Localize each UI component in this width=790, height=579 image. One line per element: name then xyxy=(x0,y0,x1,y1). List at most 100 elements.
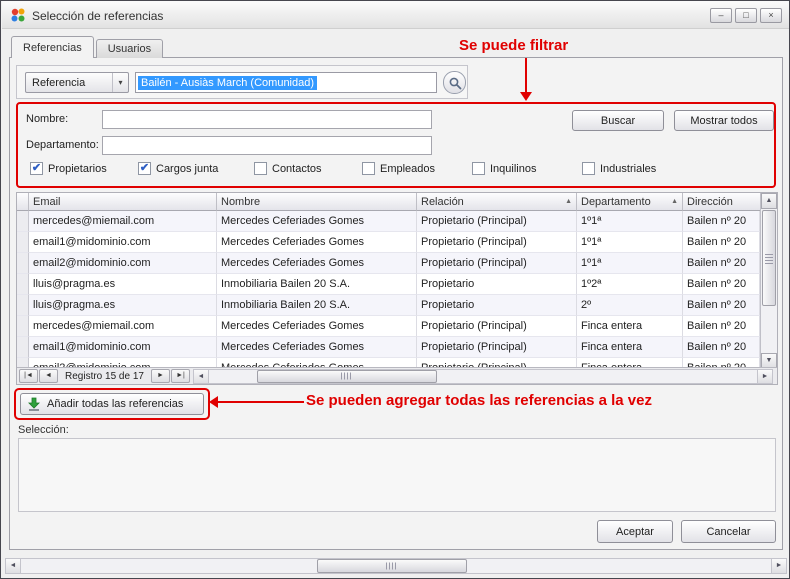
annotation-filter: Se puede filtrar xyxy=(459,37,568,54)
table-row[interactable]: lluis@pragma.es Inmobiliaria Bailen 20 S… xyxy=(17,295,777,316)
row-selector xyxy=(17,295,29,316)
references-grid: Email Nombre Relación ▲ Departamento ▲ D… xyxy=(16,192,778,385)
table-row[interactable]: mercedes@miemail.com Mercedes Ceferiades… xyxy=(17,211,777,232)
scroll-left-icon[interactable]: ◄ xyxy=(194,370,209,383)
row-selector xyxy=(17,337,29,358)
scroll-left-icon[interactable]: ◄ xyxy=(6,559,21,573)
scroll-right-icon[interactable]: ► xyxy=(771,559,786,573)
checkbox-label: Cargos junta xyxy=(156,163,218,175)
cell-direccion: Bailen nº 20 xyxy=(683,295,760,316)
checkbox-box: ✔ xyxy=(138,162,151,175)
reference-selector-panel: Referencia ▾ Bailén - Ausiàs March (Comu… xyxy=(16,65,468,99)
cancel-button[interactable]: Cancelar xyxy=(681,520,776,543)
name-input[interactable] xyxy=(102,110,432,129)
grid-horizontal-scrollbar[interactable]: ◄ ► xyxy=(193,369,773,384)
app-icon xyxy=(10,7,26,23)
search-button[interactable]: Buscar xyxy=(572,110,664,131)
next-record-button[interactable]: ► xyxy=(151,369,170,383)
record-count-label: Registro 15 de 17 xyxy=(59,371,150,382)
cell-email: email2@midominio.com xyxy=(29,253,217,274)
checkbox-label: Empleados xyxy=(380,163,435,175)
reference-value-input[interactable]: Bailén - Ausiàs March (Comunidad) xyxy=(135,72,437,93)
table-row[interactable]: mercedes@miemail.com Mercedes Ceferiades… xyxy=(17,316,777,337)
column-label: Relación xyxy=(421,196,464,208)
checkbox-box xyxy=(254,162,267,175)
table-row[interactable]: email1@midominio.com Mercedes Ceferiades… xyxy=(17,337,777,358)
download-arrow-icon xyxy=(27,397,41,411)
reference-type-dropdown[interactable]: Referencia ▾ xyxy=(25,72,129,93)
checkbox-contactos[interactable]: Contactos xyxy=(254,162,322,175)
add-all-references-button[interactable]: Añadir todas las referencias xyxy=(20,393,204,415)
add-all-highlight-box: Añadir todas las referencias xyxy=(14,388,210,420)
column-header-departamento[interactable]: Departamento ▲ xyxy=(577,193,683,211)
column-label: Dirección xyxy=(687,196,733,208)
cell-nombre: Mercedes Ceferiades Gomes xyxy=(217,253,417,274)
sort-asc-icon: ▲ xyxy=(565,198,572,205)
scroll-up-icon[interactable]: ▲ xyxy=(761,193,777,209)
show-all-button[interactable]: Mostrar todos xyxy=(674,110,774,131)
maximize-button[interactable]: □ xyxy=(735,8,757,23)
cell-direccion: Bailen nº 20 xyxy=(683,274,760,295)
row-selector xyxy=(17,316,29,337)
tab-page-referencias: Referencia ▾ Bailén - Ausiàs March (Comu… xyxy=(9,57,783,550)
table-row[interactable]: email2@midominio.com Mercedes Ceferiades… xyxy=(17,253,777,274)
minimize-button[interactable]: – xyxy=(710,8,732,23)
table-row[interactable]: lluis@pragma.es Inmobiliaria Bailen 20 S… xyxy=(17,274,777,295)
cell-nombre: Mercedes Ceferiades Gomes xyxy=(217,316,417,337)
department-label: Departamento: xyxy=(26,139,99,151)
column-label: Departamento xyxy=(581,196,651,208)
horizontal-scroll-thumb[interactable] xyxy=(257,370,437,383)
department-input[interactable] xyxy=(102,136,432,155)
column-header-direccion[interactable]: Dirección xyxy=(683,193,760,211)
title-bar[interactable]: Selección de referencias – □ × xyxy=(2,1,790,29)
grid-vertical-scrollbar[interactable]: ▲ ▼ xyxy=(760,193,777,369)
tab-referencias[interactable]: Referencias xyxy=(11,36,94,58)
cell-email: mercedes@miemail.com xyxy=(29,316,217,337)
checkbox-empleados[interactable]: Empleados xyxy=(362,162,435,175)
table-row[interactable]: email1@midominio.com Mercedes Ceferiades… xyxy=(17,232,777,253)
scroll-right-icon[interactable]: ► xyxy=(757,370,772,383)
close-button[interactable]: × xyxy=(760,8,782,23)
checkbox-label: Inquilinos xyxy=(490,163,536,175)
checkbox-industriales[interactable]: Industriales xyxy=(582,162,656,175)
window-title: Selección de referencias xyxy=(32,9,163,23)
window-scroll-thumb[interactable] xyxy=(317,559,467,573)
checkbox-propietarios[interactable]: ✔ Propietarios xyxy=(30,162,107,175)
cell-relacion: Propietario (Principal) xyxy=(417,337,577,358)
checkbox-inquilinos[interactable]: Inquilinos xyxy=(472,162,536,175)
reference-selected-text: Bailén - Ausiàs March (Comunidad) xyxy=(138,76,317,90)
window-horizontal-scrollbar[interactable]: ◄ ► xyxy=(5,558,787,574)
horizontal-scroll-track[interactable] xyxy=(209,370,757,383)
chevron-down-icon: ▾ xyxy=(112,73,128,92)
accept-button[interactable]: Aceptar xyxy=(597,520,673,543)
prev-record-button[interactable]: ◄ xyxy=(39,369,58,383)
checkbox-cargos-junta[interactable]: ✔ Cargos junta xyxy=(138,162,218,175)
row-selector xyxy=(17,211,29,232)
cell-email: lluis@pragma.es xyxy=(29,295,217,316)
annotation-add-all: Se pueden agregar todas las referencias … xyxy=(306,392,652,409)
first-record-button[interactable]: |◄ xyxy=(19,369,38,383)
tab-strip: Referencias Usuarios xyxy=(11,36,165,58)
add-all-label: Añadir todas las referencias xyxy=(47,398,183,410)
check-icon: ✔ xyxy=(32,163,41,174)
cell-relacion: Propietario (Principal) xyxy=(417,211,577,232)
checkbox-label: Contactos xyxy=(272,163,322,175)
checkbox-label: Industriales xyxy=(600,163,656,175)
row-selector xyxy=(17,253,29,274)
column-header-nombre[interactable]: Nombre xyxy=(217,193,417,211)
checkbox-box xyxy=(472,162,485,175)
column-header-relacion[interactable]: Relación ▲ xyxy=(417,193,577,211)
cell-departamento: 1º1ª xyxy=(577,232,683,253)
cell-nombre: Inmobiliaria Bailen 20 S.A. xyxy=(217,274,417,295)
dialog-window: Selección de referencias – □ × Referenci… xyxy=(0,0,790,579)
last-record-button[interactable]: ►| xyxy=(171,369,190,383)
row-selector xyxy=(17,274,29,295)
tab-usuarios[interactable]: Usuarios xyxy=(96,39,163,58)
vertical-scroll-thumb[interactable] xyxy=(762,210,776,306)
window-scroll-track[interactable] xyxy=(21,559,771,573)
cell-departamento: Finca entera xyxy=(577,316,683,337)
column-header-email[interactable]: Email xyxy=(29,193,217,211)
record-navigator: |◄ ◄ Registro 15 de 17 ► ►| ◄ ► xyxy=(17,367,777,384)
reference-search-button[interactable] xyxy=(443,71,466,94)
cell-nombre: Inmobiliaria Bailen 20 S.A. xyxy=(217,295,417,316)
